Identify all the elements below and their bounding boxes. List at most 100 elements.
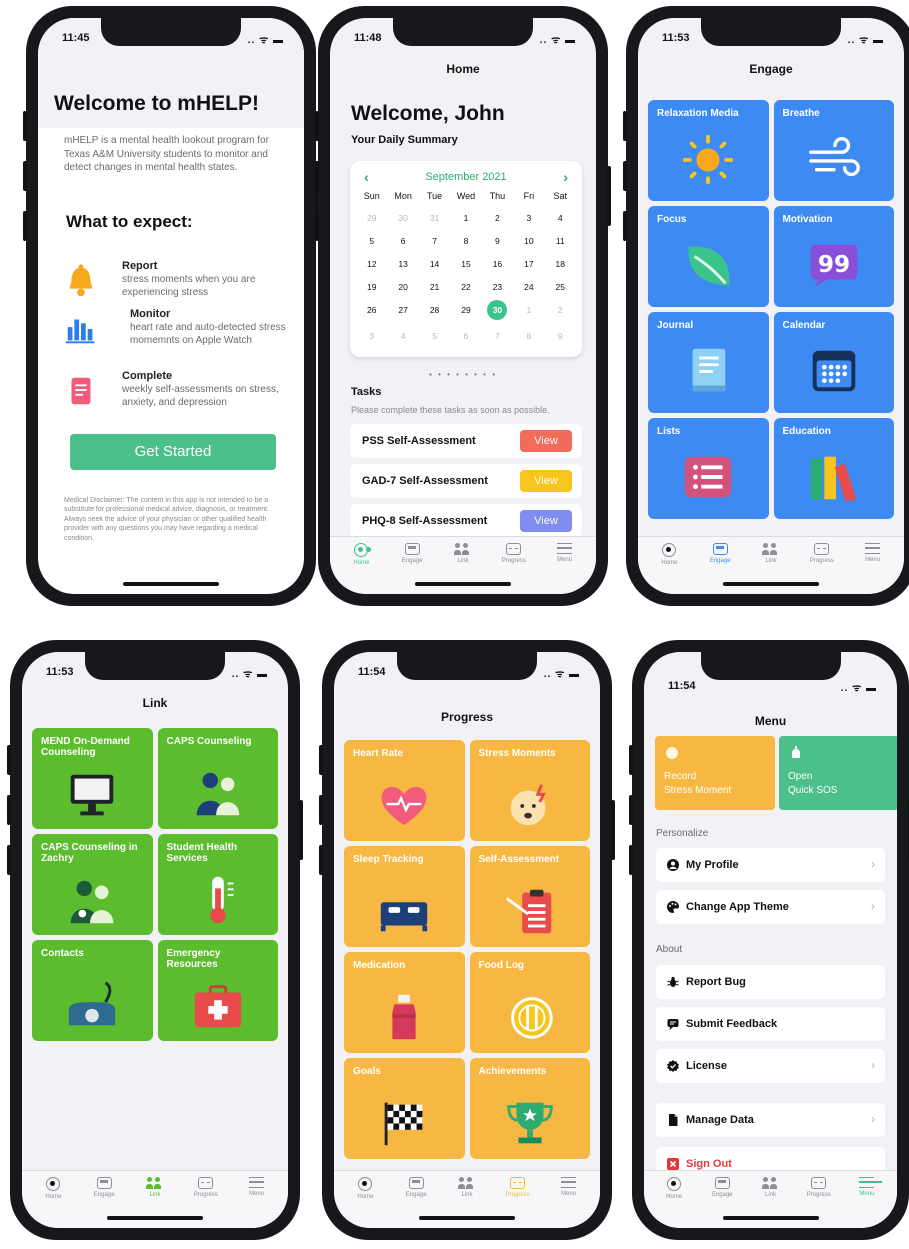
tab-home[interactable]: Home (650, 1177, 698, 1228)
calendar-day[interactable]: 12 (356, 257, 387, 271)
view-button[interactable]: View (520, 510, 572, 532)
calendar-day[interactable]: 1 (450, 211, 481, 225)
tab-engage[interactable]: Engage (387, 543, 438, 594)
calendar-day[interactable]: 25 (545, 280, 576, 294)
tab-menu[interactable]: Menu (539, 543, 590, 594)
tile-self-assessment[interactable]: Self-Assessment (469, 846, 590, 947)
tile-achievements[interactable]: Achievements (469, 1058, 590, 1159)
calendar-day[interactable]: 19 (356, 280, 387, 294)
tab-menu[interactable]: Menu (543, 1177, 594, 1228)
tab-engage[interactable]: Engage (698, 1177, 746, 1228)
tab-home[interactable]: Home (28, 1177, 79, 1228)
record-stress-button[interactable]: Record Stress Moment (655, 736, 775, 810)
calendar-day[interactable]: 7 (482, 329, 513, 343)
tile-stress-moments[interactable]: Stress Moments (469, 740, 590, 841)
calendar-day[interactable]: 8 (450, 234, 481, 248)
tab-engage[interactable]: Engage (695, 543, 746, 594)
tile-medication[interactable]: Medication (344, 952, 465, 1053)
calendar-day[interactable]: 10 (513, 234, 544, 248)
calendar-day[interactable]: 13 (387, 257, 418, 271)
tile-food-log[interactable]: Food Log (469, 952, 590, 1053)
tile-lists[interactable]: Lists (648, 418, 769, 519)
tab-link[interactable]: Link (746, 543, 797, 594)
calendar-day[interactable]: 4 (545, 211, 576, 225)
tab-progress[interactable]: Progress (488, 543, 539, 594)
calendar-day[interactable]: 21 (419, 280, 450, 294)
calendar-day[interactable]: 15 (450, 257, 481, 271)
calendar-day[interactable]: 20 (387, 280, 418, 294)
calendar-day[interactable]: 26 (356, 303, 387, 317)
tab-home[interactable]: Home (340, 1177, 391, 1228)
calendar-day[interactable]: 18 (545, 257, 576, 271)
calendar-day[interactable]: 30 (387, 211, 418, 225)
calendar-day[interactable]: 31 (419, 211, 450, 225)
task-row[interactable]: GAD-7 Self-Assessment View (350, 464, 582, 498)
calendar-day[interactable]: 23 (482, 280, 513, 294)
tile-journal[interactable]: Journal (648, 312, 769, 413)
home-indicator[interactable] (722, 1216, 819, 1220)
calendar-day[interactable]: 7 (419, 234, 450, 248)
tab-progress[interactable]: Progress (796, 543, 847, 594)
calendar-day[interactable]: 30 (487, 300, 508, 320)
tab-home[interactable]: Home (336, 543, 387, 594)
tab-link[interactable]: Link (438, 543, 489, 594)
calendar-day[interactable]: 29 (450, 303, 481, 317)
home-indicator[interactable] (415, 582, 511, 586)
calendar-day[interactable]: 4 (387, 329, 418, 343)
view-button[interactable]: View (520, 430, 572, 452)
tile-calendar[interactable]: Calendar (773, 312, 894, 413)
tab-progress[interactable]: Progress (492, 1177, 543, 1228)
tile-caps-zachry[interactable]: CAPS Counseling in Zachry (32, 834, 153, 935)
task-row[interactable]: PSS Self-Assessment View (350, 424, 582, 458)
calendar-day[interactable]: 5 (356, 234, 387, 248)
tab-progress[interactable]: Progress (795, 1177, 843, 1228)
calendar-day[interactable]: 29 (356, 211, 387, 225)
tile-breathe[interactable]: Breathe (773, 100, 894, 201)
calendar-day[interactable]: 8 (513, 329, 544, 343)
tab-engage[interactable]: Engage (391, 1177, 442, 1228)
task-row[interactable]: PHQ-8 Self-Assessment View (350, 504, 582, 538)
menu-item-report-bug[interactable]: Report Bug (656, 965, 885, 999)
calendar-day[interactable]: 11 (545, 234, 576, 248)
tile-relaxation-media[interactable]: Relaxation Media (648, 100, 769, 201)
calendar-day[interactable]: 3 (513, 211, 544, 225)
menu-item-my-profile[interactable]: My Profile › (656, 848, 885, 882)
menu-item-manage-data[interactable]: Manage Data › (656, 1103, 885, 1137)
calendar-day[interactable]: 28 (419, 303, 450, 317)
tab-engage[interactable]: Engage (79, 1177, 130, 1228)
tab-progress[interactable]: Progress (180, 1177, 231, 1228)
calendar-day[interactable]: 24 (513, 280, 544, 294)
tab-home[interactable]: Home (644, 543, 695, 594)
calendar-day[interactable]: 9 (482, 234, 513, 248)
calendar-day[interactable]: 2 (545, 303, 576, 317)
tile-emergency-resources[interactable]: Emergency Resources (157, 940, 278, 1041)
tile-focus[interactable]: Focus (648, 206, 769, 307)
home-indicator[interactable] (107, 1216, 203, 1220)
next-month-button[interactable]: › (563, 169, 568, 185)
view-button[interactable]: View (520, 470, 572, 492)
menu-item-submit-feedback[interactable]: Submit Feedback (656, 1007, 885, 1041)
tab-menu[interactable]: Menu (231, 1177, 282, 1228)
tile-heart-rate[interactable]: Heart Rate (344, 740, 465, 841)
calendar-day[interactable]: 22 (450, 280, 481, 294)
calendar-day[interactable]: 3 (356, 329, 387, 343)
get-started-button[interactable]: Get Started (70, 434, 276, 470)
calendar-day[interactable]: 9 (545, 329, 576, 343)
calendar-day[interactable]: 1 (513, 303, 544, 317)
calendar-day[interactable]: 6 (450, 329, 481, 343)
home-indicator[interactable] (419, 1216, 515, 1220)
calendar-day[interactable]: 2 (482, 211, 513, 225)
tile-sleep-tracking[interactable]: Sleep Tracking (344, 846, 465, 947)
quick-sos-button[interactable]: Open Quick SOS (779, 736, 897, 810)
page-indicator[interactable]: ▪ • • • • • • • (330, 370, 596, 379)
tab-menu[interactable]: Menu (847, 543, 898, 594)
calendar-day[interactable]: 6 (387, 234, 418, 248)
tile-goals[interactable]: Goals (344, 1058, 465, 1159)
calendar-day[interactable]: 17 (513, 257, 544, 271)
tab-link[interactable]: Link (130, 1177, 181, 1228)
tile-mend-counseling[interactable]: MEND On-Demand Counseling (32, 728, 153, 829)
calendar-day[interactable]: 27 (387, 303, 418, 317)
tile-motivation[interactable]: Motivation 99 (773, 206, 894, 307)
tab-link[interactable]: Link (746, 1177, 794, 1228)
tile-contacts[interactable]: Contacts (32, 940, 153, 1041)
